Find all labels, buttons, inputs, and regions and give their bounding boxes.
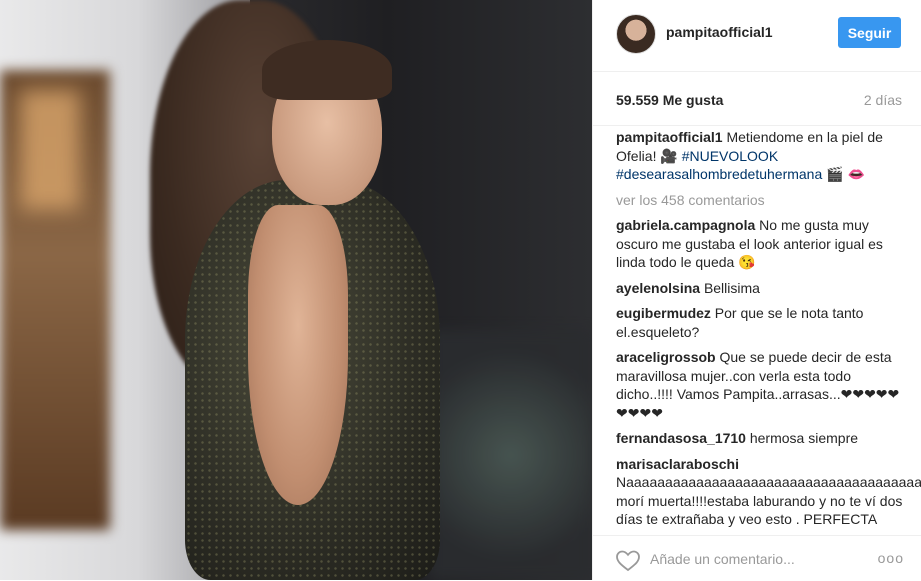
post-modal: pampitaofficial1 Seguir 59.559 Me gusta … <box>0 0 921 580</box>
comment: araceligrossob Que se puede decir de est… <box>616 348 906 422</box>
likes-row: 59.559 Me gusta 2 días <box>593 72 921 126</box>
caption-user[interactable]: pampitaofficial1 <box>616 129 723 145</box>
comment-user[interactable]: araceligrossob <box>616 349 716 365</box>
comment-user[interactable]: marisaclaraboschi <box>616 456 739 472</box>
likes-count[interactable]: 59.559 Me gusta <box>616 92 723 108</box>
comment-list: pampitaofficial1 Metiendome en la piel d… <box>616 128 921 536</box>
comment-text: hermosa siempre <box>749 430 859 446</box>
hashtag-link[interactable]: #desearasalhombredetuhermana <box>616 166 822 182</box>
add-comment-input[interactable]: Añade un comentario... <box>650 551 795 567</box>
comment: gabriela.campagnola No me gusta muy oscu… <box>616 216 906 272</box>
avatar[interactable] <box>616 14 656 54</box>
post-username[interactable]: pampitaofficial1 <box>666 24 773 40</box>
post-footer: Añade un comentario... ooo <box>593 535 921 581</box>
comment-user[interactable]: fernandasosa_1710 <box>616 430 746 446</box>
post-header: pampitaofficial1 Seguir <box>593 0 921 72</box>
view-comments-link[interactable]: ver los 458 comentarios <box>616 191 906 210</box>
photo-back <box>248 205 348 505</box>
caption: pampitaofficial1 Metiendome en la piel d… <box>616 128 906 184</box>
comment: ayelenolsina Bellisima <box>616 279 906 298</box>
post-time[interactable]: 2 días <box>864 92 902 108</box>
comment: marisaclaraboschi Naaaaaaaaaaaaaaaaaaaaa… <box>616 455 921 529</box>
comment: eugibermudez Por que se le nota tanto el… <box>616 304 906 341</box>
more-options-icon[interactable]: ooo <box>878 550 904 566</box>
hashtag-link[interactable]: #NUEVOLOOK <box>682 148 778 164</box>
follow-button[interactable]: Seguir <box>838 17 901 48</box>
comment-user[interactable]: eugibermudez <box>616 305 711 321</box>
comment: fernandasosa_1710 hermosa siempre <box>616 429 906 448</box>
comment-user[interactable]: gabriela.campagnola <box>616 217 755 233</box>
comment-text: Naaaaaaaaaaaaaaaaaaaaaaaaaaaaaaaaaaaaaa.… <box>616 474 921 527</box>
post-sidebar: pampitaofficial1 Seguir 59.559 Me gusta … <box>592 0 921 580</box>
post-photo[interactable] <box>0 0 592 580</box>
photo-bangs <box>262 40 392 100</box>
photo-blur-object <box>430 330 592 580</box>
comment-user[interactable]: ayelenolsina <box>616 280 700 296</box>
photo-light <box>20 90 80 210</box>
heart-outline-icon[interactable] <box>616 550 640 572</box>
caption-emojis: 🎬 👄 <box>826 166 865 182</box>
comment-text: Bellisima <box>703 279 760 296</box>
